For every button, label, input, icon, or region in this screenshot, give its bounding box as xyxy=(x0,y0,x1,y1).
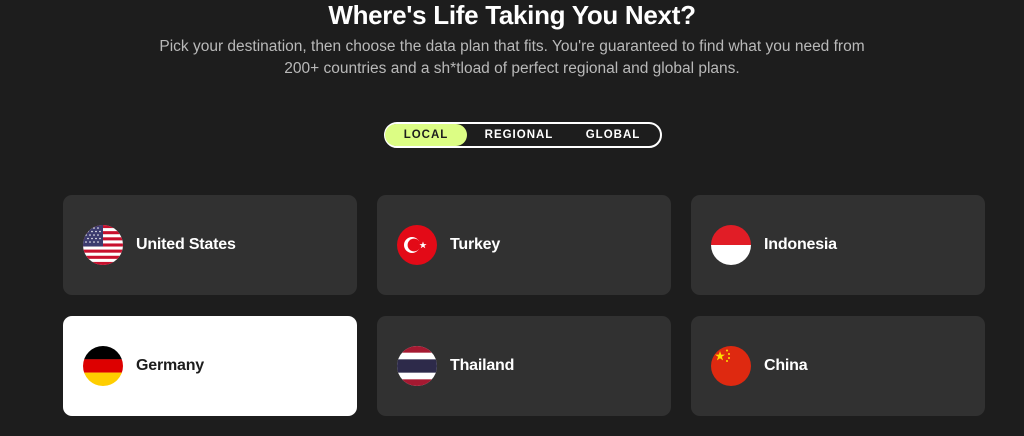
tab-regional[interactable]: REGIONAL xyxy=(467,124,571,146)
germany-flag-icon xyxy=(83,346,123,386)
thailand-flag-icon xyxy=(397,346,437,386)
plan-type-tabs: LOCAL REGIONAL GLOBAL xyxy=(384,122,662,148)
china-flag-icon xyxy=(711,346,751,386)
us-flag-icon xyxy=(83,225,123,265)
country-name: China xyxy=(764,357,808,374)
country-card-united-states[interactable]: United States xyxy=(63,195,357,295)
tab-global[interactable]: GLOBAL xyxy=(571,124,655,146)
destination-picker: Where's Life Taking You Next? Pick your … xyxy=(0,0,1024,436)
country-card-thailand[interactable]: Thailand xyxy=(377,316,671,416)
country-name: Thailand xyxy=(450,357,515,374)
country-name: Turkey xyxy=(450,236,501,253)
page-subtitle: Pick your destination, then choose the d… xyxy=(112,36,912,80)
country-card-germany[interactable]: Germany xyxy=(63,316,357,416)
country-name: United States xyxy=(136,236,236,253)
subtitle-line-1: Pick your destination, then choose the d… xyxy=(159,38,865,55)
page-title: Where's Life Taking You Next? xyxy=(328,0,696,30)
country-card-turkey[interactable]: Turkey xyxy=(377,195,671,295)
turkey-flag-icon xyxy=(397,225,437,265)
country-name: Germany xyxy=(136,357,204,374)
country-card-china[interactable]: China xyxy=(691,316,985,416)
indonesia-flag-icon xyxy=(711,225,751,265)
country-name: Indonesia xyxy=(764,236,837,253)
country-card-indonesia[interactable]: Indonesia xyxy=(691,195,985,295)
tab-local[interactable]: LOCAL xyxy=(385,124,467,146)
subtitle-line-2: 200+ countries and a sh*tload of perfect… xyxy=(284,60,740,77)
